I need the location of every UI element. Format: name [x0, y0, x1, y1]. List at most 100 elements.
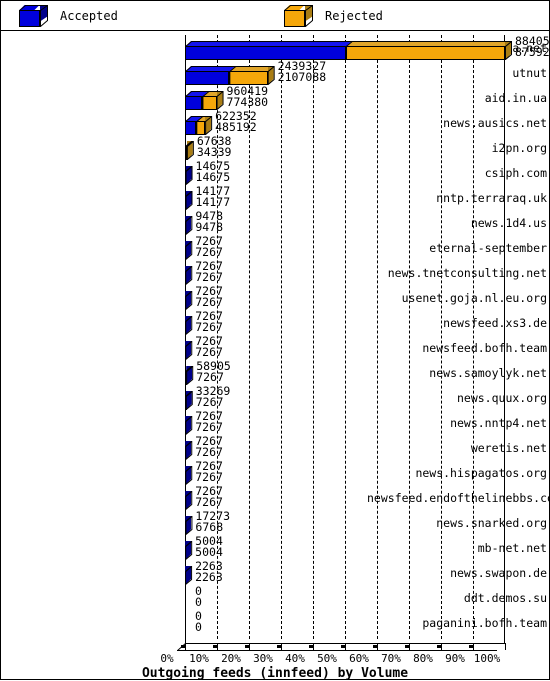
stacked-bar: [185, 391, 193, 410]
value-rejected: 7267: [195, 420, 223, 434]
legend-item-accepted[interactable]: Accepted: [19, 1, 118, 30]
x-tick-marker: [405, 645, 410, 648]
bar-segment-rejected: [345, 41, 505, 60]
stacked-bar: [185, 316, 193, 335]
bar-row: news.hispagatos.org 7267 7267: [1, 460, 549, 486]
bar-side-face: [185, 191, 192, 210]
value-rejected: 8759204: [515, 45, 550, 59]
bar-segment-accepted: [185, 391, 186, 410]
bar-side-face: [185, 216, 192, 235]
x-tick-marker: [341, 645, 346, 648]
category-label: newsfeed.xs3.de: [443, 316, 547, 330]
bar-value-labels: 7267 7267: [195, 260, 223, 284]
value-rejected: 7267: [195, 345, 223, 359]
value-rejected: 0: [195, 595, 202, 609]
category-label: usenet.goja.nl.eu.org: [401, 291, 547, 305]
bar-row: news.chmurka.net88405798759204: [1, 35, 550, 61]
bar-side-face: [267, 66, 274, 85]
category-label: aid.in.ua: [484, 91, 547, 105]
bar-side-face: [216, 91, 223, 110]
bar-segment-accepted: [185, 116, 196, 135]
x-axis-title: Outgoing feeds (innfeed) by Volume: [141, 666, 409, 681]
category-label: i2pn.org: [491, 141, 547, 155]
category-label: news.swapon.de: [450, 566, 547, 580]
value-rejected: 7267: [195, 270, 223, 284]
value-rejected: 485192: [215, 120, 257, 134]
stacked-bar: [185, 66, 275, 85]
stacked-bar: [185, 291, 193, 310]
value-rejected: 5004: [195, 545, 223, 559]
bar-row: news.tnetconsulting.net 7267 7267: [1, 260, 549, 286]
bar-value-labels: 7267 7267: [195, 485, 223, 508]
cube-icon: [19, 4, 50, 27]
bar-row: utnut 2439327 2107088: [1, 60, 549, 86]
bar-side-face: [185, 541, 192, 560]
bar-value-labels: 00: [195, 610, 202, 633]
bar-segment-accepted: [185, 66, 229, 85]
bar-value-labels: 7267 7267: [195, 310, 223, 334]
stacked-bar: [185, 241, 193, 260]
value-rejected: 2263: [195, 570, 223, 584]
x-tick-marker: [181, 645, 186, 648]
bar-value-labels: 7267 7267: [195, 410, 223, 434]
category-label: news.1d4.us: [470, 216, 547, 230]
stacked-bar: [185, 41, 512, 60]
chart-plot-area: news.chmurka.net88405798759204 utnut 24393…: [1, 30, 550, 681]
value-rejected: 7267: [195, 320, 223, 334]
stacked-bar: [185, 416, 193, 435]
stacked-bar: [185, 91, 224, 110]
category-label: utnut: [512, 66, 547, 80]
bar-segment-accepted: [185, 91, 202, 110]
stacked-bar: [185, 616, 191, 631]
bar-value-labels: 14675 14675: [195, 160, 231, 184]
stacked-bar: [185, 141, 194, 160]
category-label: eternal-september: [429, 241, 547, 255]
bar-value-labels: 2439327 2107088: [277, 60, 327, 84]
value-rejected: 7267: [195, 470, 223, 484]
bar-side-face: [185, 466, 192, 485]
value-rejected: 7267: [195, 245, 223, 259]
category-label: news.snarked.org: [436, 516, 547, 530]
bar-value-labels: 33269 7267: [196, 385, 231, 408]
category-label: newsfeed.bofh.team: [422, 341, 547, 355]
stacked-bar: [185, 116, 213, 135]
bar-value-labels: 7267 7267: [195, 435, 223, 458]
x-tick: [505, 643, 506, 650]
bar-segment-rejected: [202, 91, 216, 110]
bar-row: aid.in.ua 960419 774380: [1, 85, 549, 111]
bar-side-face: [185, 166, 192, 185]
category-label: news.quux.org: [456, 391, 547, 405]
bar-value-labels: 960419 774380: [226, 85, 269, 109]
value-rejected: 2107088: [277, 70, 327, 84]
bar-value-labels: 7267 7267: [195, 460, 223, 484]
bar-value-labels: 67638 34339: [197, 135, 232, 158]
bar-segment-accepted: [185, 41, 346, 60]
legend-item-rejected[interactable]: Rejected: [284, 1, 383, 30]
bar-row: csiph.com 14675 14675: [1, 160, 549, 186]
bar-side-face: [186, 366, 193, 385]
stacked-bar: [185, 466, 193, 485]
bar-value-labels: 88405798759204: [515, 35, 550, 59]
bar-row: news.nntp4.net 7267 7267: [1, 410, 549, 436]
value-rejected: 14675: [195, 170, 231, 184]
category-label: news.ausics.net: [443, 116, 547, 130]
bar-row: news.quux.org 33269 7267: [1, 385, 549, 411]
bar-row: newsfeed.xs3.de 7267 7267: [1, 310, 549, 336]
bar-row: ddt.demos.su 0 0: [1, 585, 549, 611]
value-rejected: 7267: [196, 370, 224, 384]
bar-side-face: [185, 491, 192, 510]
stacked-bar: [185, 566, 193, 585]
value-rejected: 774380: [226, 95, 269, 109]
bar-value-labels: 622352 485192: [215, 110, 257, 134]
chart-window: Accepted Rejected news.chmurka.net8840579…: [0, 0, 550, 681]
bar-value-labels: 00: [195, 585, 202, 609]
category-label: news.nntp4.net: [450, 416, 547, 430]
bar-segment-rejected: [186, 141, 187, 160]
x-tick-marker: [213, 645, 218, 648]
chart-legend: Accepted Rejected: [1, 1, 549, 31]
bar-side-face: [185, 391, 192, 410]
bar-row: eternal-september 7267 7267: [1, 235, 549, 261]
category-label: csiph.com: [484, 166, 547, 180]
stacked-bar: [185, 341, 193, 360]
legend-label: Rejected: [325, 8, 383, 23]
